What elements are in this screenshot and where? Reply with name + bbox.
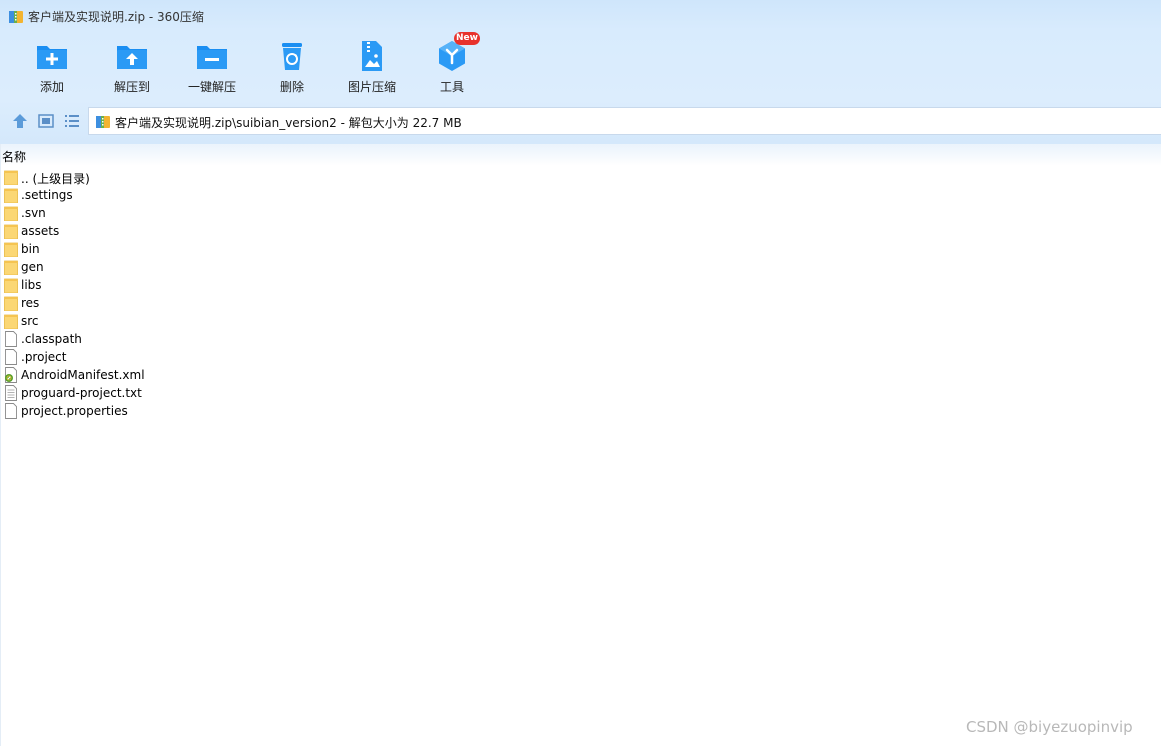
- file-name: .project: [21, 350, 67, 364]
- file-icon: [5, 403, 17, 419]
- file-row[interactable]: libs: [0, 276, 1161, 294]
- up-arrow-icon[interactable]: [11, 112, 29, 130]
- folder-icon: [4, 314, 18, 329]
- file-name: .settings: [21, 188, 73, 202]
- file-row[interactable]: project.properties: [0, 402, 1161, 420]
- file-row[interactable]: .svn: [0, 204, 1161, 222]
- one-click-extract-button[interactable]: 一键解压: [172, 34, 252, 96]
- file-name: proguard-project.txt: [21, 386, 142, 400]
- list-view-icon[interactable]: [63, 112, 81, 130]
- window-title: 客户端及实现说明.zip - 360压缩: [28, 10, 204, 24]
- file-row[interactable]: assets: [0, 222, 1161, 240]
- address-bar[interactable]: 客户端及实现说明.zip\suibian_version2 - 解包大小为 22…: [88, 107, 1161, 135]
- file-name: .classpath: [21, 332, 82, 346]
- file-name: AndroidManifest.xml: [21, 368, 145, 382]
- file-icon: [5, 349, 17, 365]
- folder-icon: [4, 242, 18, 257]
- one-click-extract-label: 一键解压: [187, 80, 236, 94]
- folder-icon: [4, 206, 18, 221]
- archive-icon: [9, 11, 23, 23]
- file-row[interactable]: res: [0, 294, 1161, 312]
- file-row[interactable]: bin: [0, 240, 1161, 258]
- extract-to-button[interactable]: 解压到: [92, 34, 172, 96]
- folder-icon: [4, 296, 18, 311]
- file-name: .. (上级目录): [21, 172, 90, 186]
- folder-icon: [4, 260, 18, 275]
- navigation-bar: 客户端及实现说明.zip\suibian_version2 - 解包大小为 22…: [0, 106, 1161, 136]
- delete-button[interactable]: 删除: [252, 34, 332, 96]
- add-label: 添加: [39, 80, 64, 94]
- add-folder-icon: [37, 46, 67, 69]
- file-row[interactable]: .project: [0, 348, 1161, 366]
- archive-path: 客户端及实现说明.zip\suibian_version2 - 解包大小为 22…: [115, 116, 462, 130]
- file-name: project.properties: [21, 404, 128, 418]
- add-button[interactable]: 添加: [12, 34, 92, 96]
- file-row[interactable]: gen: [0, 258, 1161, 276]
- image-compress-label: 图片压缩: [347, 80, 396, 94]
- watermark: CSDN @biyezuopinvip: [966, 718, 1133, 736]
- extract-to-label: 解压到: [113, 80, 150, 94]
- folder-icon: [4, 170, 18, 185]
- thumbnail-view-icon[interactable]: [37, 112, 55, 130]
- file-row[interactable]: .classpath: [0, 330, 1161, 348]
- delete-label: 删除: [279, 80, 304, 94]
- title-bar: 客户端及实现说明.zip - 360压缩: [0, 0, 1161, 32]
- image-compress-icon: [362, 41, 382, 71]
- xml-file-icon: [5, 367, 17, 383]
- file-name: libs: [21, 278, 42, 292]
- file-name: .svn: [21, 206, 46, 220]
- tools-button[interactable]: 工具: [412, 34, 492, 96]
- file-row[interactable]: .settings: [0, 186, 1161, 204]
- extract-to-folder-icon: [117, 46, 147, 69]
- file-name: assets: [21, 224, 60, 238]
- folder-icon: [4, 224, 18, 239]
- file-list: .. (上级目录) .settings .svn assets bin gen libs re…: [0, 168, 1161, 420]
- recycle-bin-icon: [282, 43, 302, 70]
- file-icon: [5, 331, 17, 347]
- archive-icon: [96, 116, 110, 128]
- file-row[interactable]: proguard-project.txt: [0, 384, 1161, 402]
- file-name: gen: [21, 260, 44, 274]
- name-column-header[interactable]: 名称: [0, 144, 1161, 166]
- file-name: bin: [21, 242, 40, 256]
- file-row[interactable]: .. (上级目录): [0, 168, 1161, 186]
- name-column-label: 名称: [2, 150, 27, 164]
- folder-icon: [4, 278, 18, 293]
- toolbar: 添加 解压到 一键解压 删除 图片压缩 工具: [0, 34, 1161, 98]
- image-compress-button[interactable]: 图片压缩: [332, 34, 412, 96]
- one-click-extract-folder-icon: [197, 46, 227, 69]
- file-row[interactable]: src: [0, 312, 1161, 330]
- file-name: res: [21, 296, 40, 310]
- file-row[interactable]: AndroidManifest.xml: [0, 366, 1161, 384]
- text-file-icon: [5, 385, 17, 401]
- tools-label: 工具: [439, 80, 464, 94]
- new-badge: New: [454, 32, 480, 45]
- file-name: src: [21, 314, 39, 328]
- folder-icon: [4, 188, 18, 203]
